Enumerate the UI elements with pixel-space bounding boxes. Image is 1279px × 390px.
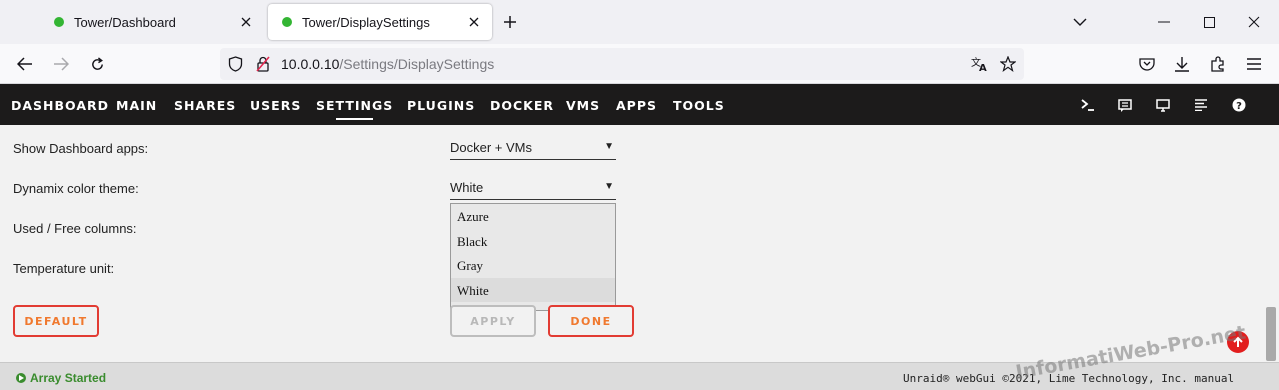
help-icon[interactable]: ?: [1229, 95, 1249, 115]
browser-toolbar: 10.0.0.10/Settings/DisplaySettings 文A: [0, 44, 1279, 84]
dashboard-apps-value: Docker + VMs: [450, 140, 532, 155]
color-theme-value: White: [450, 180, 484, 195]
color-theme-select[interactable]: White ▼: [450, 177, 616, 200]
monitor-icon[interactable]: [1153, 95, 1173, 115]
nav-apps[interactable]: APPS: [616, 98, 657, 113]
done-button[interactable]: DONE: [548, 305, 634, 337]
tab-display-settings[interactable]: Tower/DisplaySettings: [268, 4, 492, 40]
nav-main[interactable]: MAIN: [116, 98, 157, 113]
nav-vms[interactable]: VMS: [566, 98, 600, 113]
bookmark-star-icon[interactable]: [994, 50, 1022, 78]
new-tab-plus-icon[interactable]: [498, 10, 522, 34]
close-window-icon[interactable]: [1240, 8, 1268, 36]
array-status-text: Array Started: [30, 371, 107, 385]
tab-dashboard[interactable]: Tower/Dashboard: [40, 4, 264, 40]
terminal-icon[interactable]: [1078, 95, 1098, 115]
pocket-icon[interactable]: [1133, 50, 1161, 78]
minimize-window-icon[interactable]: [1150, 8, 1178, 36]
color-theme-label: Dynamix color theme:: [13, 181, 139, 196]
url-bar[interactable]: 10.0.0.10/Settings/DisplaySettings 文A: [220, 48, 1024, 80]
log-icon[interactable]: [1191, 95, 1211, 115]
nav-docker[interactable]: DOCKER: [490, 98, 554, 113]
downloads-icon[interactable]: [1168, 50, 1196, 78]
theme-option-azure[interactable]: Azure: [451, 204, 615, 229]
nav-shares[interactable]: SHARES: [174, 98, 236, 113]
nav-tools[interactable]: TOOLS: [673, 98, 725, 113]
close-tab-icon[interactable]: [462, 10, 486, 34]
feedback-icon[interactable]: [1115, 95, 1135, 115]
url-host: 10.0.0.10: [281, 56, 340, 72]
forward-arrow-icon[interactable]: [47, 50, 75, 78]
back-arrow-icon[interactable]: [11, 50, 39, 78]
translate-icon[interactable]: 文A: [966, 50, 994, 78]
favicon-status-icon: [54, 17, 64, 27]
unraid-main-nav: DASHBOARD MAIN SHARES USERS SETTINGS PLU…: [0, 84, 1279, 125]
nav-dashboard[interactable]: DASHBOARD: [11, 98, 109, 113]
favicon-status-icon: [282, 17, 292, 27]
nav-plugins[interactable]: PLUGINS: [407, 98, 475, 113]
theme-option-black[interactable]: Black: [451, 229, 615, 254]
close-tab-icon[interactable]: [234, 10, 258, 34]
dashboard-apps-label: Show Dashboard apps:: [13, 141, 149, 156]
tab-label: Tower/Dashboard: [74, 14, 176, 30]
nav-users[interactable]: USERS: [250, 98, 301, 113]
reload-icon[interactable]: [83, 50, 111, 78]
shield-icon[interactable]: [221, 50, 249, 78]
browser-tab-bar: Tower/Dashboard Tower/DisplaySettings: [0, 0, 1279, 44]
theme-option-white[interactable]: White: [451, 277, 615, 302]
dropdown-caret-icon: ▼: [604, 141, 614, 152]
temperature-unit-label: Temperature unit:: [13, 261, 115, 276]
svg-text:?: ?: [1236, 101, 1242, 112]
maximize-window-icon[interactable]: [1195, 8, 1223, 36]
url-text[interactable]: 10.0.0.10/Settings/DisplaySettings: [281, 56, 494, 72]
tab-label: Tower/DisplaySettings: [302, 14, 430, 30]
apply-button[interactable]: APPLY: [450, 305, 536, 337]
list-all-tabs-chevron-icon[interactable]: [1066, 8, 1094, 36]
svg-text:A: A: [979, 63, 987, 72]
array-status: Array Started: [16, 371, 106, 385]
color-theme-dropdown-list: Azure Black Gray White: [450, 203, 616, 311]
page-scrollbar[interactable]: [1262, 125, 1279, 362]
display-settings-panel: Show Dashboard apps: Docker + VMs ▼ Dyna…: [0, 125, 1279, 362]
hamburger-menu-icon[interactable]: [1240, 50, 1268, 78]
nav-settings[interactable]: SETTINGS: [316, 98, 393, 120]
dashboard-apps-select[interactable]: Docker + VMs ▼: [450, 137, 616, 160]
theme-option-gray[interactable]: Gray: [451, 253, 615, 278]
dropdown-caret-icon: ▼: [604, 181, 614, 192]
url-path: /Settings/DisplaySettings: [339, 56, 495, 72]
used-free-columns-label: Used / Free columns:: [13, 221, 137, 236]
default-button[interactable]: DEFAULT: [13, 305, 99, 337]
scrollbar-thumb[interactable]: [1266, 307, 1276, 361]
extensions-puzzle-icon[interactable]: [1204, 50, 1232, 78]
insecure-lock-icon[interactable]: [249, 50, 277, 78]
play-status-icon: [16, 373, 26, 383]
